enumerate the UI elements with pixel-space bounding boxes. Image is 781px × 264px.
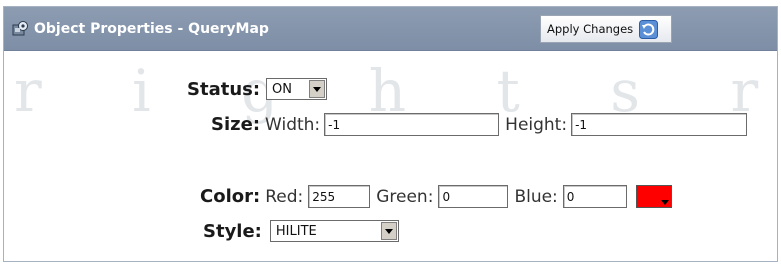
height-input[interactable]	[571, 113, 748, 136]
green-label: Green:	[376, 186, 434, 207]
width-input[interactable]	[324, 113, 500, 136]
window-title: Object Properties - QueryMap	[34, 21, 269, 37]
red-input[interactable]	[308, 185, 371, 208]
title-bar: Object Properties - QueryMap Apply Chang…	[4, 7, 777, 51]
color-row: Color: Red: Green: Blue:	[200, 185, 672, 208]
status-row: Status: ON	[187, 78, 328, 100]
object-properties-icon	[12, 21, 28, 36]
apply-refresh-icon	[639, 19, 659, 39]
chevron-down-icon	[380, 222, 397, 240]
apply-changes-label: Apply Changes	[547, 22, 634, 36]
color-label: Color:	[200, 186, 261, 207]
style-row: Style: HILITE	[203, 220, 399, 242]
blue-label: Blue:	[514, 186, 558, 207]
blue-input[interactable]	[562, 185, 627, 208]
status-select[interactable]: ON	[266, 78, 328, 100]
green-input[interactable]	[438, 185, 509, 208]
status-value: ON	[272, 81, 293, 97]
chevron-down-icon	[660, 200, 669, 205]
style-select[interactable]: HILITE	[269, 220, 399, 242]
size-label: Size:	[211, 114, 261, 135]
watermark-text: r i g h t s r e s e r	[14, 57, 777, 125]
style-label: Style:	[203, 220, 262, 242]
red-label: Red:	[265, 186, 304, 207]
status-label: Status:	[187, 78, 261, 100]
width-label: Width:	[265, 114, 321, 135]
object-properties-panel: Object Properties - QueryMap Apply Chang…	[3, 6, 778, 262]
style-value: HILITE	[275, 223, 317, 239]
color-swatch-picker[interactable]	[635, 185, 672, 208]
apply-changes-button[interactable]: Apply Changes	[540, 15, 672, 43]
size-row: Size: Width: Height:	[211, 113, 748, 136]
height-label: Height:	[505, 114, 568, 135]
chevron-down-icon	[309, 80, 326, 98]
